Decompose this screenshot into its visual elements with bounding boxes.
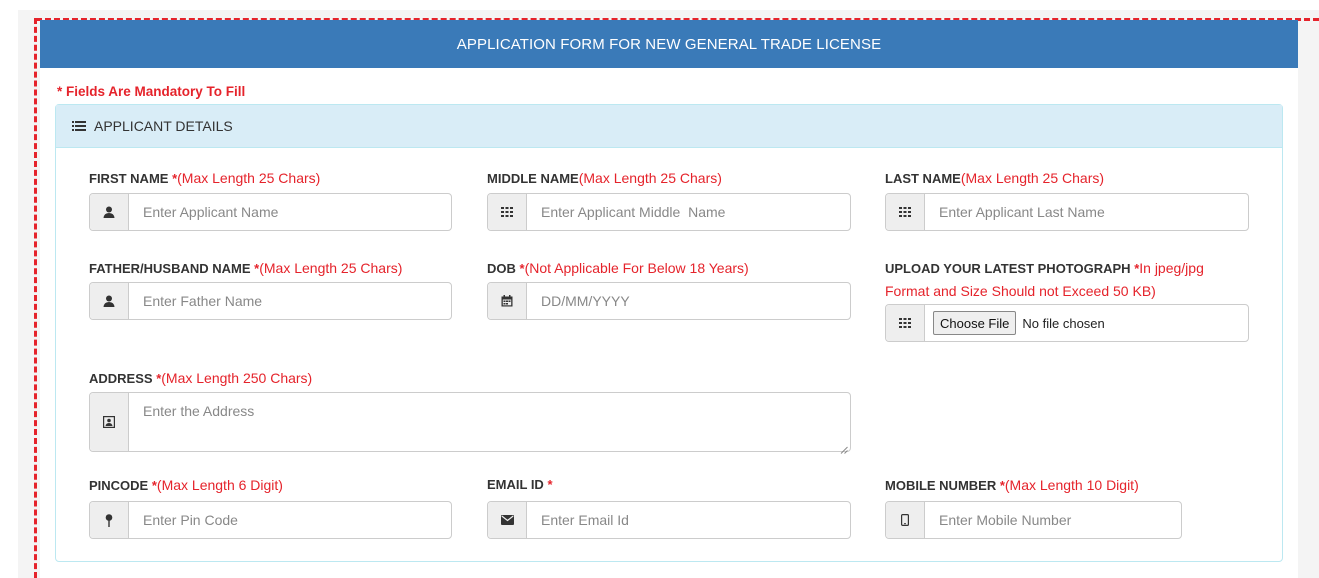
selection-outline-left — [34, 18, 37, 578]
required-star: * — [515, 261, 525, 276]
required-star: * — [1130, 261, 1140, 276]
last-name-input[interactable] — [925, 194, 1248, 230]
first-name-field — [89, 193, 452, 231]
form-title-text: APPLICATION FORM FOR NEW GENERAL TRADE L… — [456, 35, 882, 53]
middle-name-label-text: MIDDLE NAME — [487, 171, 579, 186]
middle-name-input[interactable] — [527, 194, 850, 230]
section-title: APPLICANT DETAILS — [94, 118, 233, 134]
dob-label-text: DOB — [487, 261, 516, 276]
dob-input[interactable] — [527, 283, 850, 319]
mandatory-note: * Fields Are Mandatory To Fill — [57, 84, 246, 99]
pincode-input[interactable] — [129, 502, 451, 538]
address-input[interactable] — [129, 393, 850, 451]
photo-hint-line-2: Format and Size Should not Exceed 50 KB) — [885, 283, 1156, 299]
contact-card-icon — [90, 393, 129, 451]
required-star: * — [543, 477, 553, 492]
father-name-hint: (Max Length 25 Chars) — [259, 260, 403, 276]
father-name-label: FATHER/HUSBAND NAME *(Max Length 25 Char… — [89, 260, 402, 276]
grid-icon — [488, 194, 527, 230]
last-name-label: LAST NAME(Max Length 25 Chars) — [885, 170, 1104, 186]
file-status: No file chosen — [1022, 316, 1105, 331]
form-title: APPLICATION FORM FOR NEW GENERAL TRADE L… — [40, 20, 1298, 68]
dob-hint: (Not Applicable For Below 18 Years) — [524, 260, 749, 276]
applicant-details-heading: APPLICANT DETAILS — [56, 105, 1282, 148]
grid-icon — [886, 194, 925, 230]
photo-label: UPLOAD YOUR LATEST PHOTOGRAPH *In jpeg/j… — [885, 260, 1204, 276]
photo-upload-field: Choose File No file chosen — [885, 304, 1249, 342]
middle-name-field — [487, 193, 851, 231]
address-label: ADDRESS *(Max Length 250 Chars) — [89, 370, 312, 386]
user-icon — [90, 283, 129, 319]
pincode-hint: (Max Length 6 Digit) — [156, 477, 283, 493]
email-field — [487, 501, 851, 539]
last-name-hint: (Max Length 25 Chars) — [960, 170, 1105, 186]
choose-file-button[interactable]: Choose File — [933, 311, 1017, 335]
pincode-field — [89, 501, 452, 539]
last-name-label-text: LAST NAME — [885, 171, 961, 186]
grid-icon — [886, 305, 925, 341]
middle-name-hint: (Max Length 25 Chars) — [578, 170, 722, 186]
mobile-field — [885, 501, 1182, 539]
mobile-icon — [886, 502, 925, 538]
father-name-input[interactable] — [129, 283, 451, 319]
required-star: * — [152, 371, 162, 386]
address-label-text: ADDRESS — [89, 371, 153, 386]
address-field — [89, 392, 851, 454]
last-name-field — [885, 193, 1249, 231]
email-label-text: EMAIL ID — [487, 477, 544, 492]
first-name-label: FIRST NAME *(Max Length 25 Chars) — [89, 170, 320, 186]
pincode-label-text: PINCODE — [89, 478, 149, 493]
dob-field — [487, 282, 851, 320]
mobile-input[interactable] — [925, 502, 1181, 538]
email-label: EMAIL ID * — [487, 477, 553, 492]
address-hint: (Max Length 250 Chars) — [161, 370, 313, 386]
envelope-icon — [488, 502, 527, 538]
middle-name-label: MIDDLE NAME(Max Length 25 Chars) — [487, 170, 722, 186]
required-star: * — [148, 478, 157, 493]
father-name-label-text: FATHER/HUSBAND NAME — [89, 261, 251, 276]
calendar-icon — [488, 283, 527, 319]
required-star: * — [996, 478, 1005, 493]
mobile-hint: (Max Length 10 Digit) — [1004, 477, 1139, 493]
first-name-label-text: FIRST NAME — [89, 171, 169, 186]
first-name-hint: (Max Length 25 Chars) — [177, 170, 321, 186]
photo-label-text: UPLOAD YOUR LATEST PHOTOGRAPH — [885, 261, 1131, 276]
email-input[interactable] — [527, 502, 850, 538]
photo-hint: In jpeg/jpg — [1139, 260, 1204, 276]
first-name-input[interactable] — [129, 194, 451, 230]
father-name-field — [89, 282, 452, 320]
mobile-label-text: MOBILE NUMBER — [885, 478, 997, 493]
list-icon — [72, 119, 86, 133]
dob-label: DOB *(Not Applicable For Below 18 Years) — [487, 260, 749, 276]
user-icon — [90, 194, 129, 230]
resize-handle-icon[interactable] — [840, 441, 848, 454]
required-star: * — [250, 261, 260, 276]
map-pin-icon — [90, 502, 129, 538]
required-star: * — [168, 171, 178, 186]
pincode-label: PINCODE *(Max Length 6 Digit) — [89, 477, 283, 493]
mobile-label: MOBILE NUMBER *(Max Length 10 Digit) — [885, 477, 1139, 493]
